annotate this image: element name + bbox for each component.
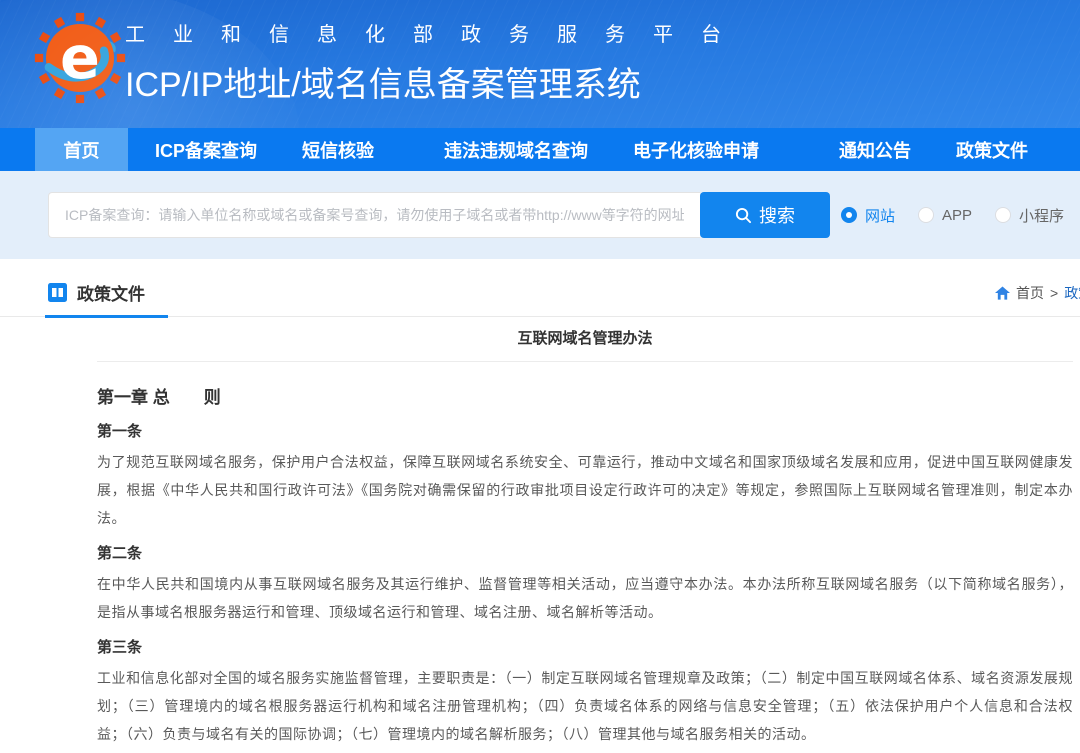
article-heading: 第三条 <box>97 638 1073 658</box>
radio-website-label: 网站 <box>865 205 895 226</box>
search-button-label: 搜索 <box>759 202 795 228</box>
header-titles: 工业和信息化部政务服务平台 ICP/IP地址/域名信息备案管理系统 <box>125 18 749 106</box>
article-2: 第二条 在中华人民共和国境内从事互联网域名服务及其运行维护、监督管理等相关活动，… <box>97 544 1073 626</box>
nav-item-policy-files[interactable]: 政策文件 <box>956 128 1028 171</box>
nav-item-illegal-domain-query[interactable]: 违法违规域名查询 <box>444 128 588 171</box>
svg-text:e: e <box>60 23 100 92</box>
radio-unselected-icon <box>918 207 934 223</box>
search-button[interactable]: 搜索 <box>700 192 830 238</box>
radio-mini-program-label: 小程序 <box>1019 205 1064 226</box>
title-divider <box>97 361 1073 362</box>
section-active-underline <box>45 315 168 318</box>
nav-item-home[interactable]: 首页 <box>35 128 128 171</box>
home-icon <box>995 286 1010 300</box>
article-body: 在中华人民共和国境内从事互联网域名服务及其运行维护、监督管理等相关活动，应当遵守… <box>97 570 1073 626</box>
article-heading: 第二条 <box>97 544 1073 564</box>
page: e 工业和信息化部政务服务平台 ICP/IP地址/域名信息备案管理系统 首页 I… <box>0 0 1080 753</box>
radio-app[interactable]: APP <box>918 207 972 224</box>
search-input[interactable] <box>48 192 700 238</box>
section-title: 政策文件 <box>48 280 145 305</box>
search-band: 搜索 网站 APP 小程序 快应用 <box>0 171 1080 259</box>
breadcrumb-current: 政策文件 <box>1064 283 1080 303</box>
system-title: ICP/IP地址/域名信息备案管理系统 <box>125 57 749 106</box>
nav-item-sms-verify[interactable]: 短信核验 <box>302 128 374 171</box>
policy-document: 互联网域名管理办法 第一章 总 则 第一条 为了规范互联网域名服务，保护用户合法… <box>97 329 1073 753</box>
breadcrumb-separator: > <box>1050 285 1058 301</box>
article-3: 第三条 工业和信息化部对全国的域名服务实施监督管理，主要职责是：（一）制定互联网… <box>97 638 1073 748</box>
breadcrumb-home-link[interactable]: 首页 <box>1016 283 1044 303</box>
search-icon <box>735 207 752 224</box>
section-header: 政策文件 首页 > 政策文件 <box>0 259 1080 317</box>
main-nav: 首页 ICP备案查询 短信核验 违法违规域名查询 电子化核验申请 通知公告 政策… <box>0 128 1080 171</box>
radio-website[interactable]: 网站 <box>841 205 895 226</box>
nav-item-e-verify-apply[interactable]: 电子化核验申请 <box>633 128 759 171</box>
miit-logo-gear-e-icon: e <box>34 12 126 104</box>
article-body: 为了规范互联网域名服务，保护用户合法权益，保障互联网域名系统安全、可靠运行，推动… <box>97 448 1073 532</box>
radio-app-label: APP <box>942 207 972 224</box>
article-heading: 第一条 <box>97 422 1073 442</box>
section-title-label: 政策文件 <box>77 280 145 305</box>
book-icon <box>48 283 67 302</box>
radio-selected-icon <box>841 207 857 223</box>
breadcrumb: 首页 > 政策文件 <box>995 283 1080 303</box>
article-1: 第一条 为了规范互联网域名服务，保护用户合法权益，保障互联网域名系统安全、可靠运… <box>97 422 1073 532</box>
search-type-radio-group: 网站 APP 小程序 快应用 <box>841 192 1080 238</box>
platform-title: 工业和信息化部政务服务平台 <box>125 18 749 47</box>
radio-mini-program[interactable]: 小程序 <box>995 205 1064 226</box>
nav-item-notices[interactable]: 通知公告 <box>839 128 911 171</box>
site-header: e 工业和信息化部政务服务平台 ICP/IP地址/域名信息备案管理系统 <box>0 0 1080 128</box>
document-title: 互联网域名管理办法 <box>97 329 1073 349</box>
radio-unselected-icon <box>995 207 1011 223</box>
chapter-heading: 第一章 总 则 <box>97 386 1073 410</box>
article-body: 工业和信息化部对全国的域名服务实施监督管理，主要职责是：（一）制定互联网域名管理… <box>97 664 1073 748</box>
nav-item-icp-query[interactable]: ICP备案查询 <box>155 128 257 171</box>
